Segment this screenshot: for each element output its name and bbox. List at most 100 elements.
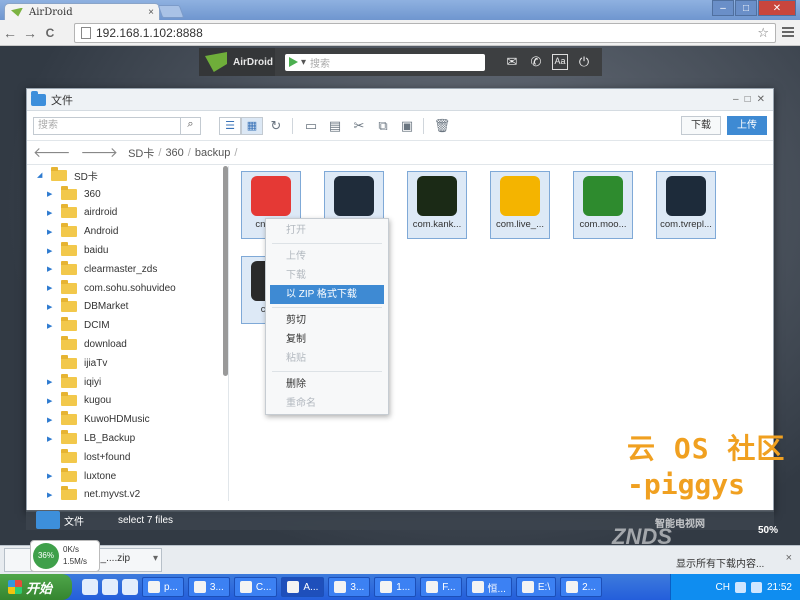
tree-folder-item[interactable]: ▶ iqiyi <box>27 373 228 392</box>
tray-icon[interactable] <box>734 581 746 593</box>
context-menu-item[interactable]: 剪切 <box>266 311 388 330</box>
quick-launch-icon[interactable] <box>102 579 118 595</box>
expand-icon[interactable]: ▶ <box>47 491 55 499</box>
font-size-icon[interactable]: Aa <box>552 54 568 70</box>
refresh-icon[interactable]: ↻ <box>265 118 287 134</box>
taskbar-item[interactable]: 恒... <box>465 577 512 597</box>
taskbar-item[interactable]: 3... <box>328 577 371 597</box>
tree-folder-item[interactable]: download <box>27 335 228 354</box>
expand-icon[interactable]: ▶ <box>47 247 55 255</box>
quick-launch-icon[interactable] <box>82 579 98 595</box>
file-tile[interactable]: com.kank... <box>407 171 467 239</box>
phone-icon[interactable]: ✆ <box>528 54 544 70</box>
expand-icon[interactable]: ▶ <box>47 435 55 443</box>
tree-folder-item[interactable]: ▶ DCIM <box>27 316 228 335</box>
tree-folder-item[interactable]: ▶ clearmaster_zds <box>27 260 228 279</box>
tree-folder-item[interactable]: ▶ 360 <box>27 185 228 204</box>
file-tile[interactable]: com.tvrepl... <box>656 171 716 239</box>
search-icon[interactable]: ⌕ <box>181 116 201 135</box>
expand-icon[interactable]: ▶ <box>47 303 55 311</box>
taskbar-item[interactable]: p... <box>142 577 184 597</box>
browser-menu-icon[interactable] <box>782 25 794 39</box>
show-all-downloads-link[interactable]: 显示所有下载内容... <box>676 555 764 570</box>
tree-folder-item[interactable]: ▶ airdroid <box>27 204 228 223</box>
upload-button[interactable]: 上传 <box>727 116 767 135</box>
list-view-button[interactable]: ☰ <box>219 116 241 135</box>
new-folder-icon[interactable]: ▭ <box>300 118 322 134</box>
taskbar-item[interactable]: 3... <box>187 577 230 597</box>
taskbar-item[interactable]: 1... <box>374 577 417 597</box>
tab-close-icon[interactable]: × <box>148 7 154 18</box>
tree-folder-item[interactable]: ▶ baidu <box>27 241 228 260</box>
context-menu-item[interactable]: 删除 <box>266 375 388 394</box>
tree-folder-item[interactable]: ▶ Android <box>27 222 228 241</box>
chevron-down-icon[interactable]: ▾ <box>153 553 158 564</box>
breadcrumb-forward-icon[interactable]: 🡒 <box>81 144 119 161</box>
tree-root-sd[interactable]: ◢ SD卡 <box>27 166 228 185</box>
grid-view-button[interactable]: ▦ <box>241 116 263 135</box>
back-icon[interactable]: ← <box>0 25 20 41</box>
window-close-button[interactable]: ✕ <box>757 94 765 105</box>
browser-tab[interactable]: AirDroid × <box>4 3 160 20</box>
bookmark-star-icon[interactable]: ☆ <box>757 25 769 41</box>
forward-icon[interactable]: → <box>20 25 40 41</box>
delete-icon[interactable]: 🗑 <box>431 118 453 134</box>
quick-launch-icon[interactable] <box>122 579 138 595</box>
cut-icon[interactable]: ✂ <box>348 118 370 134</box>
file-search-input[interactable]: 搜索 <box>33 116 181 135</box>
tree-folder-item[interactable]: ijiaTv <box>27 354 228 373</box>
taskbar-item[interactable]: 2... <box>560 577 603 597</box>
app-search-input[interactable]: ▾ 搜索 <box>285 53 485 71</box>
file-tile[interactable]: com.moo... <box>573 171 633 239</box>
tree-folder-item[interactable]: ▶ com.sohu.sohuvideo <box>27 279 228 298</box>
expand-icon[interactable]: ▶ <box>47 416 55 424</box>
paste-icon[interactable]: ▣ <box>396 118 418 134</box>
maximize-button[interactable]: □ <box>735 0 757 16</box>
taskbar-item[interactable]: F... <box>420 577 462 597</box>
tree-folder-item[interactable]: ▶ net.myvst.v2 <box>27 486 228 501</box>
taskbar-item[interactable]: E:\ <box>515 577 557 597</box>
file-tile[interactable]: com.live_... <box>490 171 550 239</box>
message-icon[interactable]: ✉ <box>504 54 520 70</box>
minimize-button[interactable]: – <box>712 0 734 16</box>
tray-icon[interactable] <box>750 581 762 593</box>
expand-icon[interactable]: ▶ <box>47 378 55 386</box>
breadcrumb-item-sd[interactable]: SD卡 <box>128 145 154 161</box>
breadcrumb-item-backup[interactable]: backup <box>195 147 230 159</box>
search-dropdown-icon[interactable]: ▾ <box>301 57 306 68</box>
power-icon[interactable]: ⏻ <box>576 54 592 70</box>
expand-icon[interactable]: ▶ <box>47 397 55 405</box>
tree-folder-item[interactable]: ▶ kugou <box>27 392 228 411</box>
expand-icon[interactable]: ▶ <box>47 265 55 273</box>
expand-icon[interactable]: ▶ <box>47 190 55 198</box>
tree-folder-item[interactable]: ▶ DBMarket <box>27 298 228 317</box>
window-maximize-button[interactable]: □ <box>745 94 751 105</box>
taskbar-item[interactable]: C... <box>233 577 278 597</box>
rename-icon[interactable]: ▤ <box>324 118 346 134</box>
tree-scrollbar[interactable] <box>223 166 228 376</box>
context-menu-item[interactable]: 复制 <box>266 330 388 349</box>
close-download-shelf-icon[interactable]: × <box>786 552 792 564</box>
tree-folder-item[interactable]: lost+found <box>27 448 228 467</box>
address-bar[interactable]: 192.168.1.102:8888 ☆ <box>74 23 776 43</box>
expand-icon[interactable]: ▶ <box>47 284 55 292</box>
context-menu-item[interactable]: 以 ZIP 格式下载 <box>270 285 384 304</box>
close-window-button[interactable]: ✕ <box>758 0 796 16</box>
breadcrumb-item-360[interactable]: 360 <box>165 147 183 159</box>
tree-folder-item[interactable]: ▶ KuwoHDMusic <box>27 410 228 429</box>
reload-icon[interactable]: C <box>40 26 60 40</box>
tree-folder-item[interactable]: ▶ luxtone <box>27 467 228 486</box>
download-button[interactable]: 下载 <box>681 116 721 135</box>
expand-icon[interactable]: ▶ <box>47 472 55 480</box>
breadcrumb-back-icon[interactable]: 🡐 <box>33 144 71 161</box>
expand-icon[interactable]: ▶ <box>47 228 55 236</box>
start-button[interactable]: 开始 <box>0 574 72 600</box>
window-minimize-button[interactable]: – <box>733 94 739 105</box>
new-tab-button[interactable] <box>157 5 185 18</box>
collapse-icon[interactable]: ◢ <box>37 171 45 179</box>
taskbar-item[interactable]: A... <box>281 577 325 597</box>
expand-icon[interactable]: ▶ <box>47 322 55 330</box>
tree-folder-item[interactable]: ▶ LB_Backup <box>27 429 228 448</box>
copy-icon[interactable]: ⧉ <box>372 118 394 134</box>
language-indicator[interactable]: CH <box>716 582 730 593</box>
